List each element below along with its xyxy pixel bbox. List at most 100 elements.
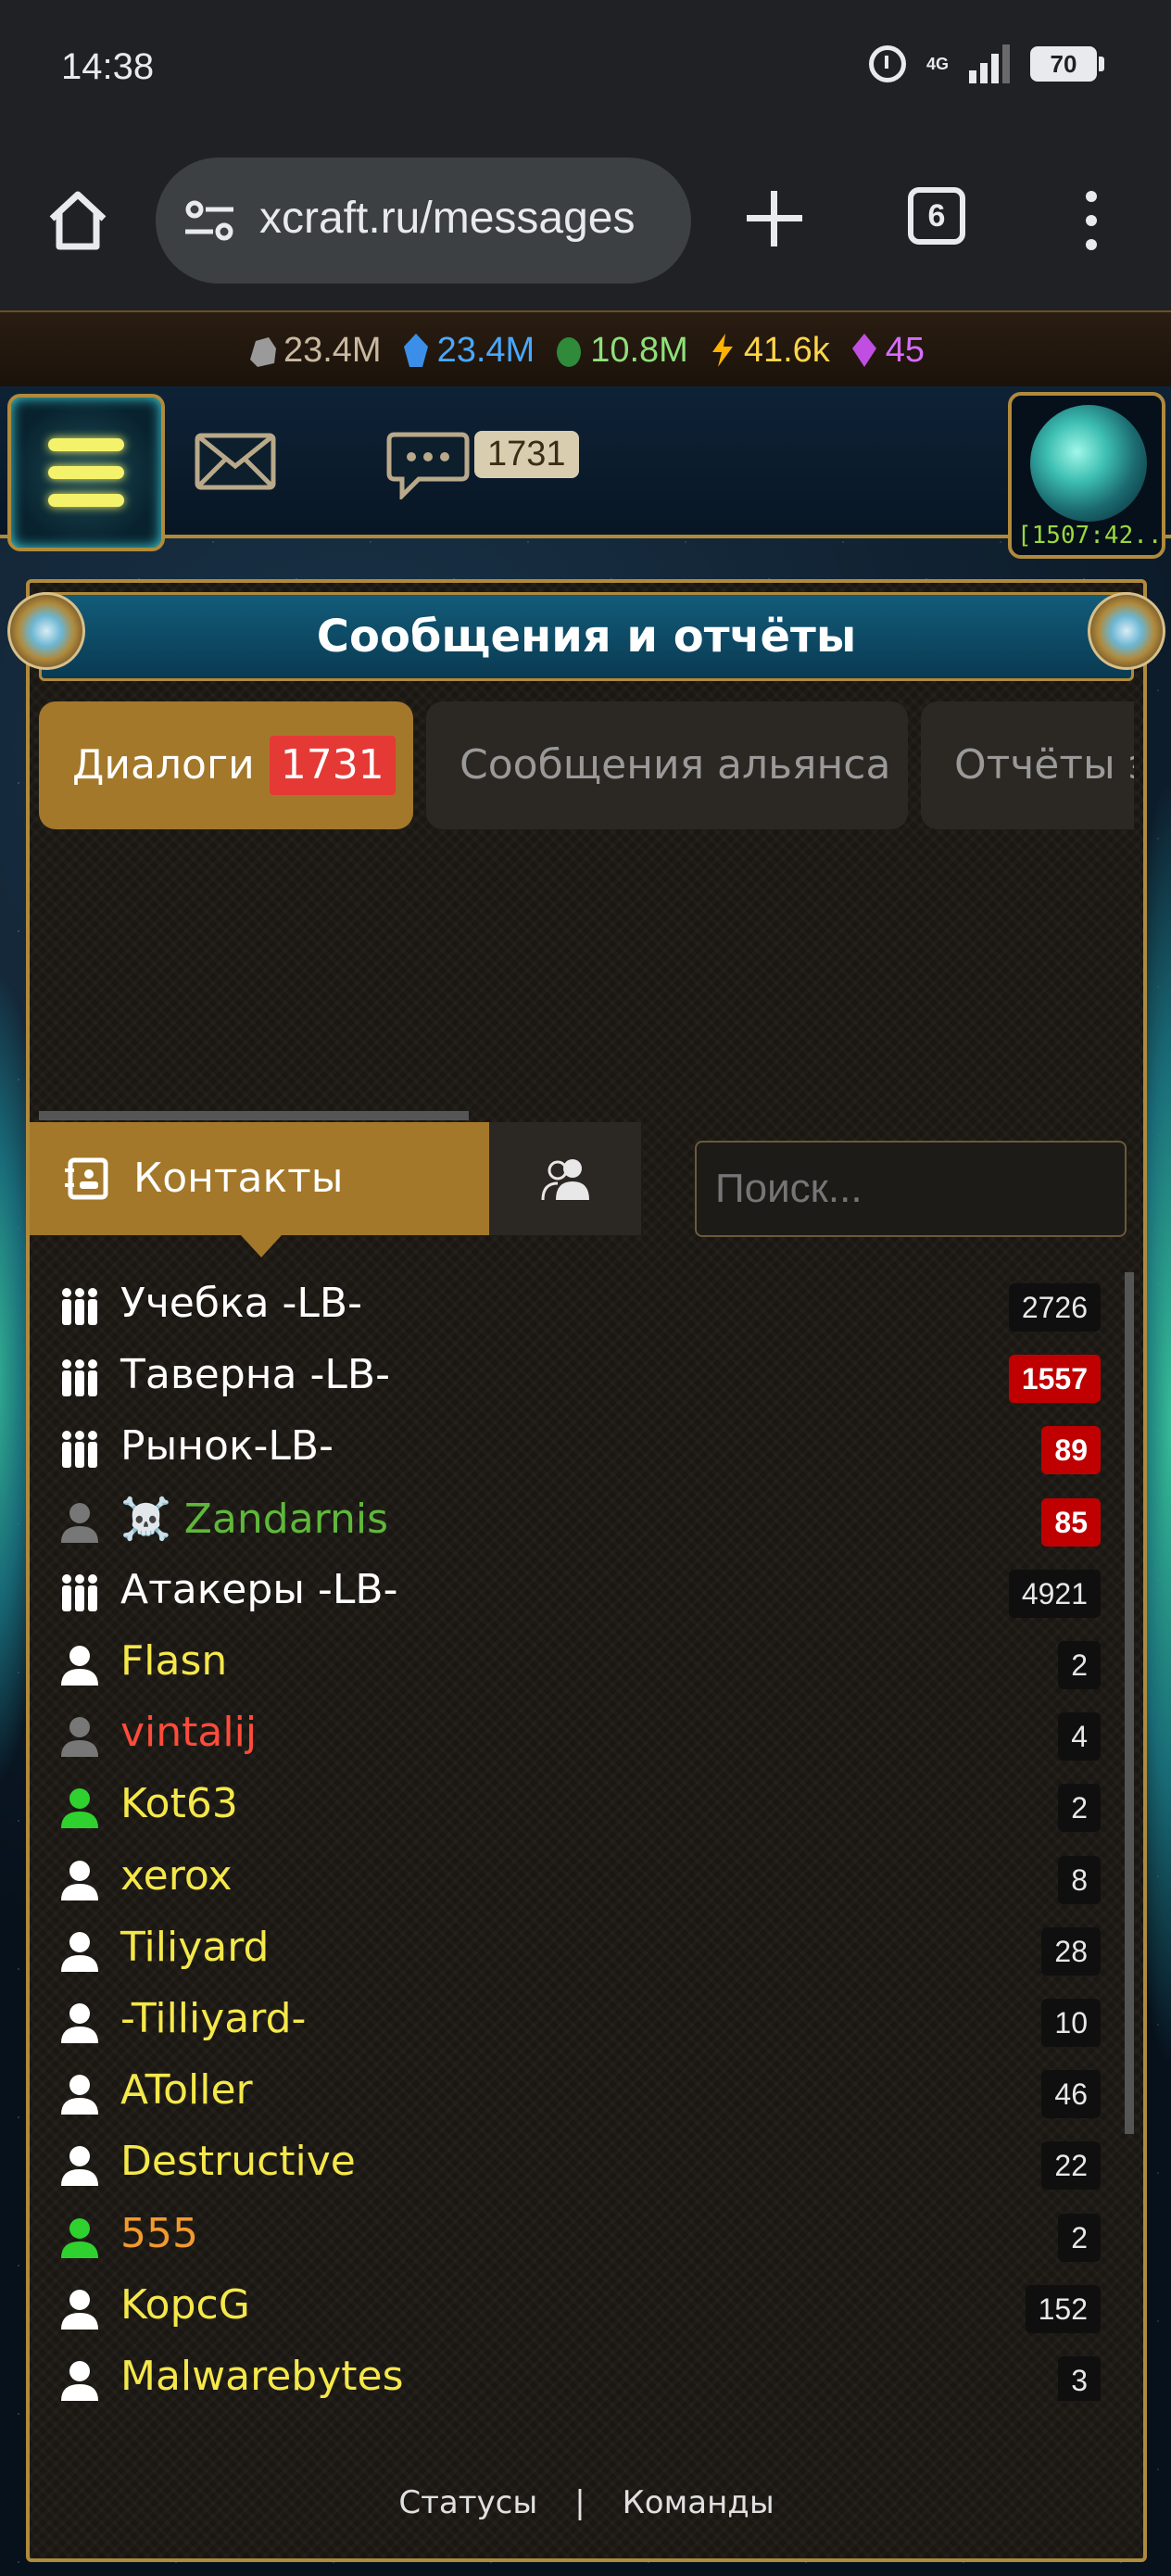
group-chat-icon — [62, 1288, 97, 1325]
site-settings-icon[interactable] — [183, 200, 235, 243]
contact-row[interactable]: Атакеры -LB- 4921 — [30, 1557, 1123, 1628]
contact-name[interactable]: Destructive — [120, 2138, 356, 2185]
contacts-scrollbar[interactable] — [1125, 1272, 1134, 2134]
user-icon — [61, 1502, 98, 1543]
contact-name[interactable]: Tiliyard — [120, 1924, 269, 1971]
new-tab-button[interactable] — [741, 185, 808, 252]
mail-icon[interactable] — [195, 433, 276, 490]
contact-name[interactable]: ☠️ Zandarnis — [120, 1495, 388, 1543]
browser-menu-button[interactable] — [1086, 191, 1097, 250]
contact-row[interactable]: -Tilliyard- 10 — [30, 1986, 1123, 2057]
resource-value: 45 — [885, 330, 925, 370]
contact-row[interactable]: Tiliyard 28 — [30, 1914, 1123, 1986]
contact-row[interactable]: AToller 46 — [30, 2057, 1123, 2128]
resource-energy: 41.6k — [707, 331, 830, 371]
deuterium-icon — [557, 337, 582, 367]
message-count-badge: 46 — [1041, 2070, 1101, 2119]
resource-value: 10.8M — [590, 330, 688, 370]
user-icon — [61, 1860, 98, 1900]
contact-row[interactable]: KopcG 152 — [30, 2272, 1123, 2343]
contact-row[interactable]: xerox 8 — [30, 1843, 1123, 1914]
contact-name[interactable]: Учебка -LB- — [120, 1280, 362, 1327]
contact-name[interactable]: Атакеры -LB- — [120, 1566, 397, 1613]
message-count-badge: 2 — [1058, 2213, 1101, 2262]
user-icon — [61, 2003, 98, 2043]
tab-alliance-label: Сообщения альянса — [460, 741, 891, 789]
metal-icon — [249, 337, 276, 367]
contact-row[interactable]: Malwarebytes 3 — [30, 2343, 1123, 2401]
group-icon — [541, 1159, 589, 1201]
energy-icon — [711, 334, 733, 367]
signal-icon — [969, 44, 1010, 83]
contact-name[interactable]: Таверна -LB- — [120, 1351, 390, 1398]
tab-dialogs[interactable]: Диалоги 1731 — [39, 701, 413, 829]
message-count-badge: 152 — [1025, 2284, 1101, 2333]
resource-crystal: 23.4M — [400, 331, 535, 371]
tab-reports[interactable]: Отчёты эк — [921, 701, 1134, 829]
status-icons: 4G 70 — [868, 44, 1104, 83]
panel-title: Сообщения и отчёты — [39, 592, 1134, 681]
commands-link[interactable]: Команды — [623, 2484, 774, 2521]
contact-row[interactable]: Kot63 2 — [30, 1771, 1123, 1842]
contact-name[interactable]: xerox — [120, 1852, 232, 1900]
panel-knob-left-icon — [7, 592, 85, 670]
user-icon — [61, 2217, 98, 2258]
message-count-badge: 28 — [1041, 1926, 1101, 1976]
chat-count-badge: 1731 — [474, 431, 579, 478]
user-icon — [61, 2289, 98, 2330]
tabs-scrollbar[interactable] — [39, 1111, 469, 1120]
resource-gem: 45 — [849, 331, 925, 371]
group-chat-icon — [62, 1359, 97, 1397]
contact-row[interactable]: ☠️ Zandarnis 85 — [30, 1485, 1123, 1557]
tab-dialogs-count: 1731 — [269, 736, 396, 795]
contact-row[interactable]: Учебка -LB- 2726 — [30, 1270, 1123, 1342]
message-count-badge: 2 — [1058, 1641, 1101, 1689]
contact-name[interactable]: 555 — [120, 2210, 198, 2257]
contact-name[interactable]: -Tilliyard- — [120, 1995, 306, 2042]
contact-row[interactable]: Flasn 2 — [30, 1628, 1123, 1699]
contacts-tab[interactable]: Контакты — [30, 1122, 489, 1257]
home-icon[interactable] — [44, 187, 111, 254]
planet-icon — [1030, 405, 1147, 522]
message-count-badge: 89 — [1041, 1426, 1101, 1475]
footer-separator: | — [574, 2484, 586, 2521]
menu-button[interactable] — [7, 394, 165, 551]
resource-value: 23.4M — [283, 330, 382, 370]
contact-row[interactable]: 555 2 — [30, 2201, 1123, 2272]
address-bar[interactable]: xcraft.ru/messages — [156, 158, 691, 284]
contact-row[interactable]: Рынок-LB- 89 — [30, 1413, 1123, 1484]
user-icon — [61, 2146, 98, 2187]
alarm-icon — [868, 45, 906, 82]
contact-row[interactable]: Destructive 22 — [30, 2128, 1123, 2200]
planet-selector[interactable]: [1507:42... — [1008, 392, 1165, 559]
message-count-badge: 4 — [1058, 1712, 1101, 1762]
message-count-badge: 4921 — [1008, 1569, 1101, 1618]
game-topbar: 1731 [1507:42... — [0, 386, 1171, 559]
contact-name[interactable]: Flasn — [120, 1637, 227, 1685]
message-count-badge: 3 — [1058, 2356, 1101, 2401]
panel-knob-right-icon — [1088, 592, 1165, 670]
contact-name[interactable]: Kot63 — [120, 1780, 238, 1827]
chat-icon[interactable] — [385, 431, 471, 499]
statuses-link[interactable]: Статусы — [398, 2484, 537, 2521]
group-chat-icon — [62, 1573, 97, 1611]
contact-name[interactable]: Рынок-LB- — [120, 1422, 334, 1470]
battery-level: 70 — [1050, 50, 1077, 78]
contact-name[interactable]: Malwarebytes — [120, 2353, 404, 2400]
status-bar: 14:38 4G 70 — [0, 0, 1171, 139]
status-time: 14:38 — [61, 46, 155, 87]
contact-row[interactable]: vintalij 4 — [30, 1699, 1123, 1771]
url-text[interactable]: xcraft.ru/messages — [259, 193, 635, 244]
user-icon — [61, 2361, 98, 2401]
search-input[interactable] — [695, 1141, 1127, 1237]
group-chat-icon — [62, 1431, 97, 1469]
tab-alliance-messages[interactable]: Сообщения альянса — [426, 701, 908, 829]
contact-row[interactable]: Таверна -LB- 1557 — [30, 1342, 1123, 1413]
contact-name[interactable]: KopcG — [120, 2281, 250, 2329]
message-count-badge: 22 — [1041, 2141, 1101, 2191]
resource-value: 23.4M — [436, 330, 535, 370]
groups-tab[interactable] — [489, 1122, 641, 1235]
contact-name[interactable]: AToller — [120, 2066, 253, 2114]
tab-switcher-button[interactable]: 6 — [908, 187, 965, 245]
contact-name[interactable]: vintalij — [120, 1709, 257, 1756]
